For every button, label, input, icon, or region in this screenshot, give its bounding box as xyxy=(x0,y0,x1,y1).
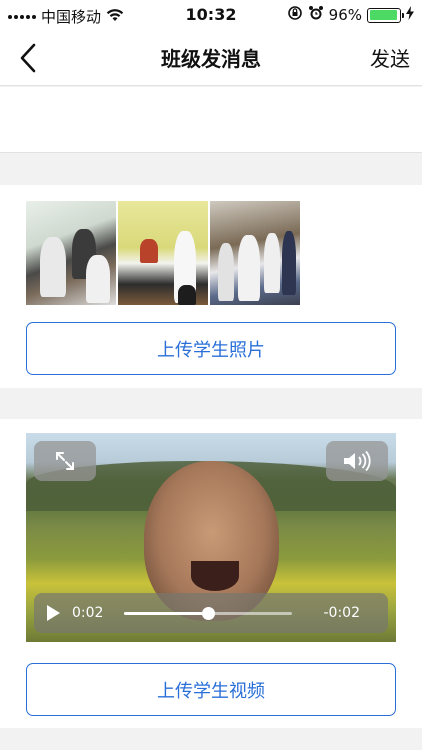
back-button[interactable] xyxy=(12,40,48,76)
play-icon xyxy=(47,605,60,621)
video-player[interactable]: 0:02 -0:02 xyxy=(26,433,396,642)
bottom-spacer xyxy=(0,728,422,750)
photo-thumbnails xyxy=(26,201,300,305)
scrubber-progress xyxy=(124,612,208,615)
scrubber-thumb[interactable] xyxy=(201,607,215,620)
orientation-lock-icon xyxy=(287,5,303,25)
photo-thumbnail[interactable] xyxy=(118,201,208,305)
alarm-icon xyxy=(308,5,324,25)
play-button[interactable] xyxy=(34,593,72,633)
photo-thumbnail[interactable] xyxy=(210,201,300,305)
status-right: 96% xyxy=(287,5,414,25)
chevron-left-icon xyxy=(20,43,36,73)
page-title: 班级发消息 xyxy=(161,47,261,71)
upload-photo-button[interactable]: 上传学生照片 xyxy=(26,322,396,375)
battery-percent: 96% xyxy=(328,6,362,24)
battery-icon xyxy=(367,7,404,23)
nav-bar: 班级发消息 发送 xyxy=(0,30,422,86)
charging-icon xyxy=(406,6,414,24)
current-time: 0:02 xyxy=(72,605,104,621)
upload-video-button[interactable]: 上传学生视频 xyxy=(26,663,396,716)
video-section: 0:02 -0:02 上传学生视频 xyxy=(0,419,422,728)
volume-button[interactable] xyxy=(326,441,388,481)
send-button[interactable]: 发送 xyxy=(370,43,410,72)
message-input[interactable] xyxy=(0,87,422,152)
battery-level xyxy=(369,10,398,20)
expand-icon xyxy=(56,452,74,470)
photo-section: 上传学生照片 xyxy=(0,185,422,388)
speaker-icon xyxy=(344,450,371,472)
video-scrubber[interactable] xyxy=(124,603,292,623)
video-controls: 0:02 -0:02 xyxy=(34,593,388,633)
remaining-time: -0:02 xyxy=(323,605,361,621)
fullscreen-button[interactable] xyxy=(34,441,96,481)
status-bar: 中国移动 10:32 96% xyxy=(0,0,422,30)
message-area xyxy=(0,87,422,153)
photo-thumbnail[interactable] xyxy=(26,201,116,305)
